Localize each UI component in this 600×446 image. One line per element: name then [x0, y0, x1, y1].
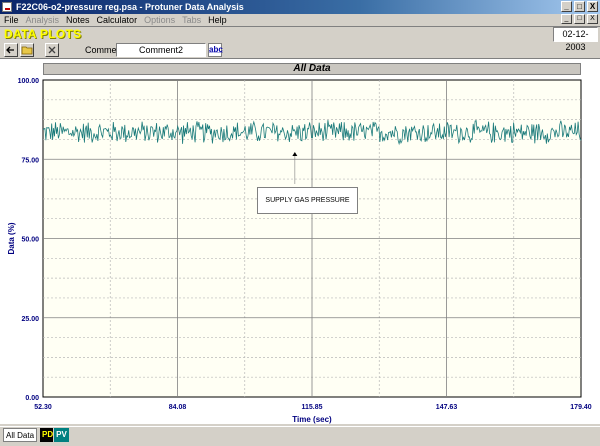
x-axis-label: Time (sec) — [292, 415, 332, 424]
status-bar: All Data PD PV — [0, 426, 600, 446]
date-field[interactable]: 02-12-2003 — [553, 27, 598, 52]
menu-notes[interactable]: Notes — [66, 14, 90, 26]
window-title-bar: F22C06-o2-pressure reg.psa - Protuner Da… — [0, 0, 600, 14]
y-tick-label: 100.00 — [18, 78, 40, 85]
menu-options[interactable]: Options — [144, 14, 175, 26]
open-folder-button[interactable] — [20, 43, 34, 57]
toolbar: Comment Comment2 a̲b̲c̲ — [0, 42, 600, 58]
mdi-restore-button[interactable]: □ — [574, 14, 585, 24]
section-header: DATA PLOTS 02-12-2003 — [0, 26, 600, 52]
spellcheck-button[interactable]: a̲b̲c̲ — [208, 43, 223, 57]
menu-help[interactable]: Help — [208, 14, 227, 26]
window-title: F22C06-o2-pressure reg.psa - Protuner Da… — [16, 2, 244, 12]
close-button[interactable]: X — [587, 1, 598, 12]
x-tick-label: 147.63 — [436, 404, 458, 411]
annotation-label[interactable]: SUPPLY GAS PRESSURE — [257, 187, 358, 214]
window-controls: _ □ X — [561, 1, 598, 12]
folder-icon — [21, 46, 33, 55]
x-icon — [48, 46, 56, 54]
chart-title: All Data — [43, 63, 581, 75]
tab-all-data[interactable]: All Data — [3, 428, 38, 442]
menu-analysis[interactable]: Analysis — [26, 14, 60, 26]
tab-pd[interactable]: PD — [40, 428, 53, 442]
menu-calculator[interactable]: Calculator — [97, 14, 138, 26]
comment-input[interactable]: Comment2 — [116, 43, 206, 57]
mdi-minimize-button[interactable]: _ — [561, 14, 572, 24]
back-arrow-icon — [6, 46, 14, 54]
back-arrow-button[interactable] — [4, 43, 18, 57]
x-tick-label: 115.85 — [301, 404, 322, 411]
y-tick-label: 50.00 — [21, 237, 39, 244]
mdi-close-button[interactable]: X — [587, 14, 598, 24]
y-tick-label: 25.00 — [21, 316, 39, 323]
y-axis-label: Data (%) — [7, 222, 16, 254]
menu-file[interactable]: File — [4, 14, 19, 26]
delete-button[interactable] — [45, 43, 59, 57]
x-tick-label: 179.40 — [570, 404, 592, 411]
menu-tabs[interactable]: Tabs — [182, 14, 201, 26]
y-tick-label: 75.00 — [21, 157, 39, 164]
mdi-controls: _ □ X — [561, 14, 598, 24]
chart-svg: 52.30 84.08 115.85 147.63 179.40 0.00 25.00 50.… — [7, 78, 592, 424]
x-tick-label: 52.30 — [34, 404, 52, 411]
minimize-button[interactable]: _ — [561, 1, 572, 12]
section-title: DATA PLOTS — [4, 27, 82, 41]
menu-bar: File Analysis Notes Calculator Options T… — [0, 14, 600, 26]
tab-pv[interactable]: PV — [54, 428, 69, 442]
plot-area: 52.30 84.08 115.85 147.63 179.40 0.00 25.00 50.… — [0, 58, 600, 424]
x-tick-label: 84.08 — [169, 404, 187, 411]
app-icon — [2, 2, 12, 12]
maximize-button[interactable]: □ — [574, 1, 585, 12]
y-tick-label: 0.00 — [25, 395, 39, 402]
